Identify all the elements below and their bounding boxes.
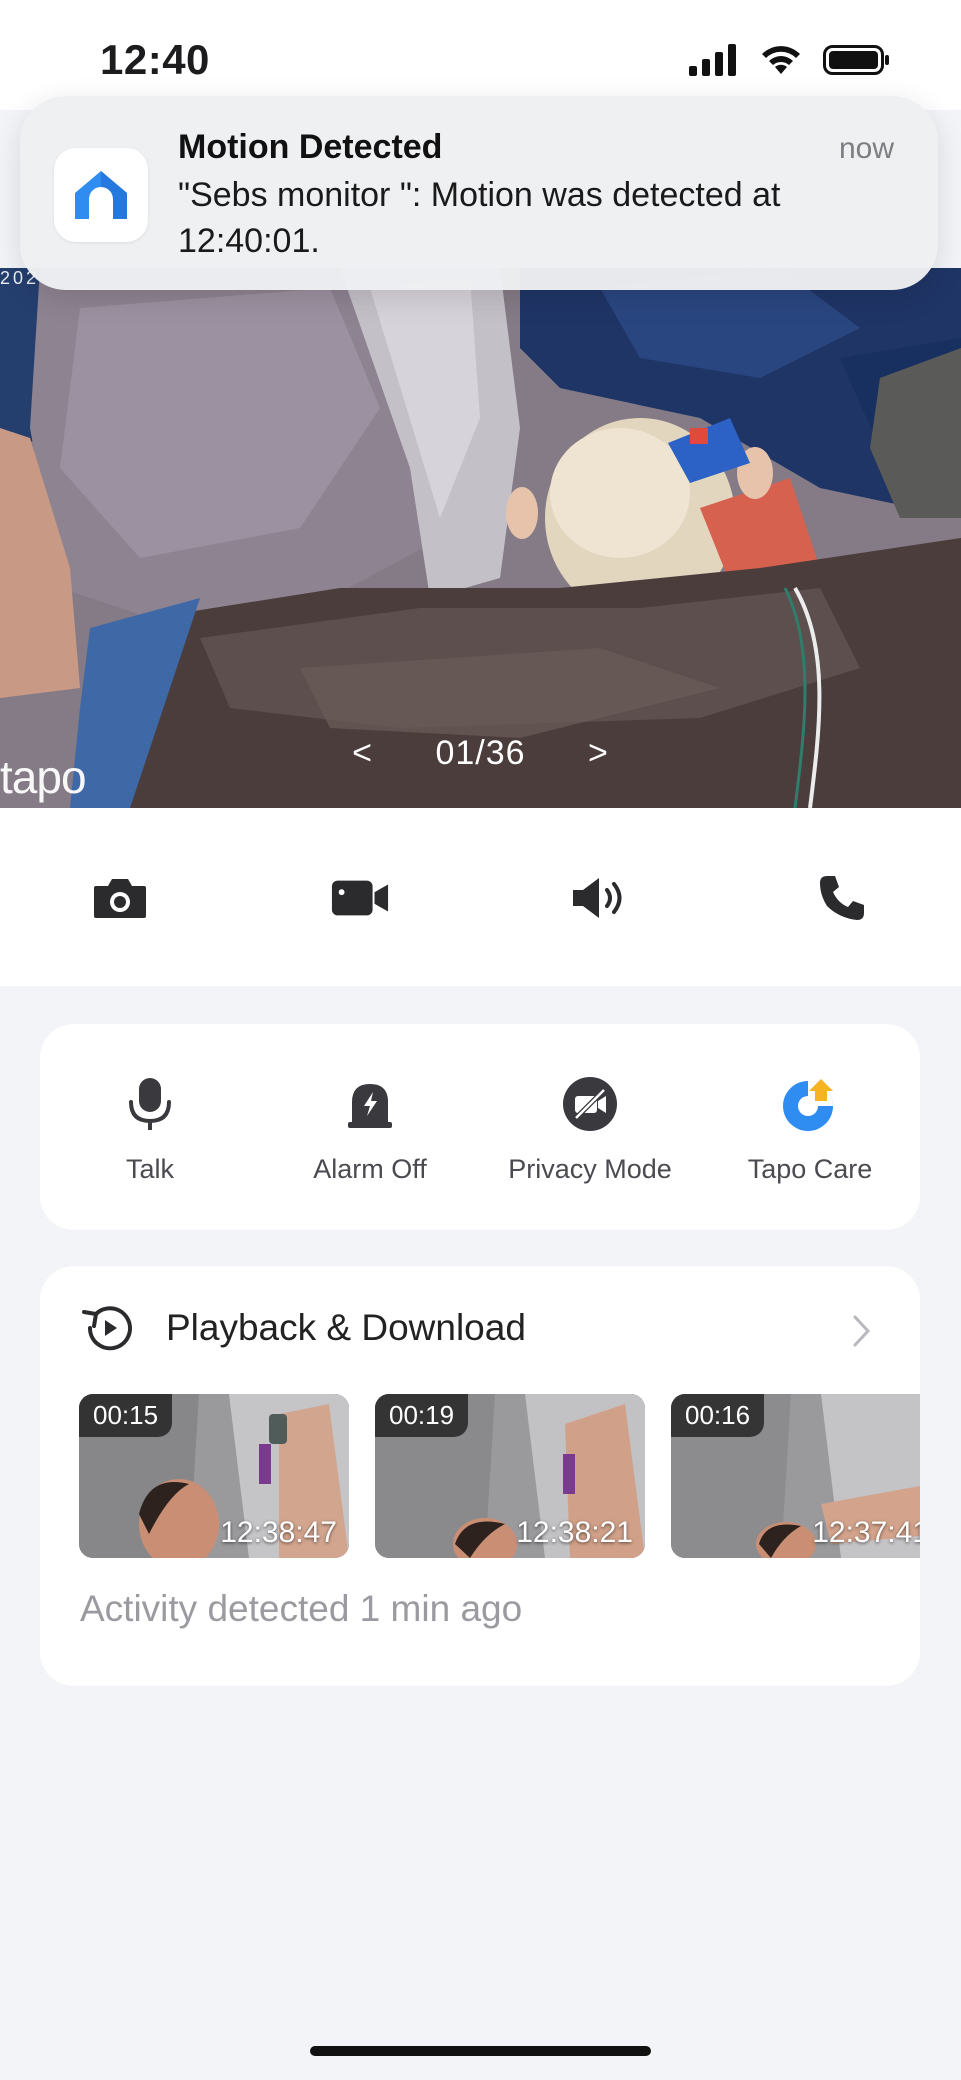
playback-card[interactable]: Playback & Download 00:15 12:38:47 00:19… (40, 1266, 920, 1686)
phone-icon (820, 876, 864, 920)
playback-header[interactable]: Playback & Download (80, 1302, 526, 1354)
clip-time: 12:38:47 (220, 1516, 337, 1549)
camera-pager: < 01/36 > (0, 734, 961, 773)
chevron-right-icon[interactable] (852, 1314, 872, 1348)
sound-button[interactable] (570, 868, 630, 928)
activity-status: Activity detected 1 min ago (80, 1588, 523, 1629)
notification-title: Motion Detected (178, 128, 443, 166)
pager-prev-button[interactable]: < (352, 734, 373, 773)
app-icon (54, 148, 148, 242)
camera-icon (94, 879, 146, 918)
home-indicator[interactable] (310, 2046, 651, 2056)
call-button[interactable] (812, 868, 872, 928)
pager-next-button[interactable]: > (588, 734, 609, 773)
wifi-icon (762, 46, 800, 74)
privacy-mode-button[interactable]: Privacy Mode (480, 1074, 700, 1185)
status-icons (689, 44, 891, 76)
privacy-mode-icon (563, 1077, 617, 1131)
clip-time: 12:38:21 (516, 1516, 633, 1549)
record-button[interactable] (330, 868, 390, 928)
camera-feed-image (0, 268, 961, 808)
playback-history-icon (82, 1306, 132, 1351)
speaker-icon (573, 878, 622, 918)
pager-count: 01/36 (435, 734, 526, 772)
camera-brand-watermark: tapo (0, 751, 87, 803)
privacy-mode-label: Privacy Mode (508, 1154, 672, 1184)
alarm-off-button[interactable]: Alarm Off (260, 1074, 480, 1185)
clip-duration: 00:19 (375, 1394, 469, 1437)
video-record-icon (331, 880, 389, 916)
talk-button[interactable]: Talk (40, 1074, 260, 1185)
cellular-signal-icon (689, 44, 736, 76)
camera-live-view[interactable]: 202 (0, 268, 961, 808)
talk-label: Talk (125, 1154, 174, 1184)
tapo-care-button[interactable]: Tapo Care (700, 1074, 920, 1185)
clip-thumbnail[interactable]: 00:16 12:37:41 (671, 1394, 920, 1558)
status-time: 12:40 (100, 36, 210, 83)
alarm-icon (348, 1084, 392, 1128)
playback-title: Playback & Download (166, 1307, 526, 1348)
tapo-care-label: Tapo Care (747, 1154, 873, 1184)
quick-actions-card: Talk Alarm Off Privacy Mode Tapo Care (40, 1024, 920, 1230)
clip-time: 12:37:41 (812, 1516, 920, 1549)
microphone-icon (129, 1078, 171, 1130)
clip-thumbnail[interactable]: 00:19 12:38:21 (375, 1394, 645, 1558)
clip-duration: 00:15 (79, 1394, 173, 1437)
alarm-off-label: Alarm Off (313, 1154, 427, 1184)
tapo-home-icon (75, 171, 127, 219)
tapo-care-icon (783, 1079, 833, 1131)
status-bar: 12:40 (0, 0, 961, 110)
notification-time: now (838, 132, 894, 165)
clip-thumbnails: 00:15 12:38:47 00:19 12:38:21 00:16 12:3… (79, 1394, 920, 1560)
camera-controls (0, 808, 961, 986)
clip-thumbnail[interactable]: 00:15 12:38:47 (79, 1394, 349, 1558)
clip-duration: 00:16 (671, 1394, 765, 1437)
battery-icon (823, 45, 889, 75)
notification-body: "Sebs monitor ": Motion was detected at … (178, 176, 781, 260)
motion-notification[interactable]: Motion Detected now "Sebs monitor ": Mot… (20, 96, 938, 290)
snapshot-button[interactable] (90, 868, 150, 928)
